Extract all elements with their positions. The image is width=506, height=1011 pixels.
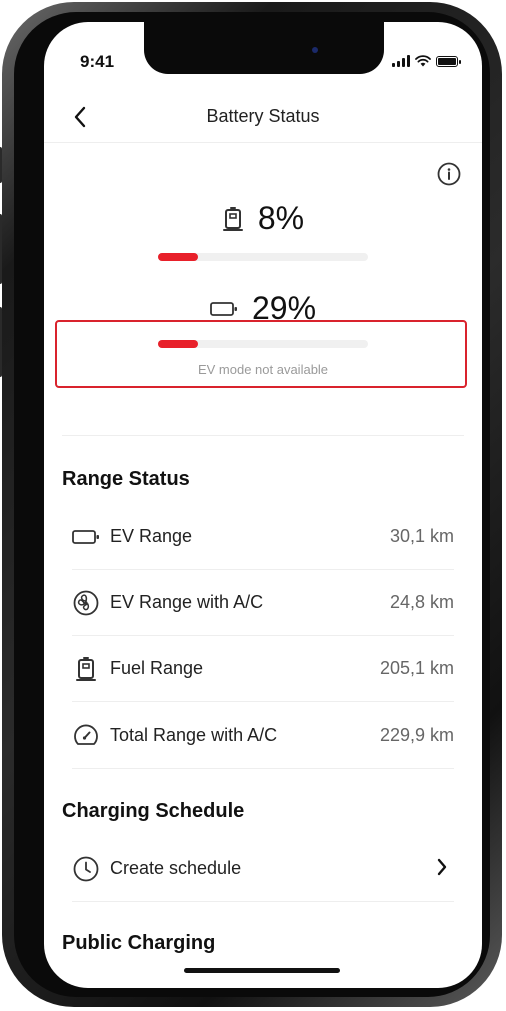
- front-camera: [312, 47, 318, 53]
- range-value: 229,9 km: [379, 725, 454, 745]
- app-screen: 9:41 Battery Status 8% 29% EV mode not a…: [44, 22, 482, 988]
- fuel-level-value: 8%: [257, 200, 305, 236]
- range-label: EV Range: [110, 526, 193, 546]
- range-row-fuel: Fuel Range 205,1 km: [72, 636, 454, 702]
- range-value: 24,8 km: [389, 592, 454, 612]
- range-row-ev-ac: EV Range with A/C 24,8 km: [72, 570, 454, 636]
- create-schedule-row[interactable]: Create schedule: [72, 836, 454, 902]
- signal-icon: [392, 55, 410, 67]
- status-battery-icon: [436, 55, 461, 67]
- info-icon: [437, 162, 461, 186]
- status-time: 9:41: [80, 52, 115, 71]
- range-row-total-ac: Total Range with A/C 229,9 km: [72, 703, 454, 769]
- fuel-gauge: 8%: [44, 200, 482, 237]
- info-button[interactable]: [437, 162, 461, 186]
- section-divider: [62, 435, 464, 436]
- public-charging-title: Public Charging: [62, 932, 216, 954]
- notch: [144, 22, 384, 74]
- status-icons: [392, 55, 461, 67]
- ev-highlight-box: [55, 320, 467, 388]
- range-row-ev: EV Range 30,1 km: [72, 504, 454, 570]
- home-indicator[interactable]: [184, 968, 340, 973]
- mute-switch: [0, 147, 2, 183]
- fuel-progress-fill: [158, 253, 198, 261]
- volume-down-button: [0, 307, 2, 377]
- fuel-progress-bar: [158, 253, 368, 261]
- range-label: Fuel Range: [110, 658, 204, 678]
- fuel-pump-icon: [222, 206, 243, 231]
- charging-schedule-title: Charging Schedule: [62, 800, 245, 822]
- volume-up-button: [0, 214, 2, 284]
- range-status-title: Range Status: [62, 468, 190, 490]
- header-bar: Battery Status: [44, 98, 482, 143]
- fan-icon: [72, 590, 100, 616]
- gauge-icon: [72, 723, 100, 749]
- range-value: 30,1 km: [389, 526, 454, 546]
- range-label: EV Range with A/C: [110, 592, 264, 612]
- battery-icon: [72, 524, 100, 550]
- page-title: Battery Status: [206, 106, 320, 126]
- wifi-icon: [415, 55, 431, 67]
- clock-icon: [72, 856, 100, 882]
- battery-icon: [210, 301, 237, 316]
- range-value: 205,1 km: [379, 658, 454, 678]
- create-schedule-label: Create schedule: [110, 858, 242, 878]
- range-label: Total Range with A/C: [110, 725, 278, 745]
- fuel-pump-icon: [72, 656, 100, 682]
- chevron-right-icon: [437, 858, 447, 876]
